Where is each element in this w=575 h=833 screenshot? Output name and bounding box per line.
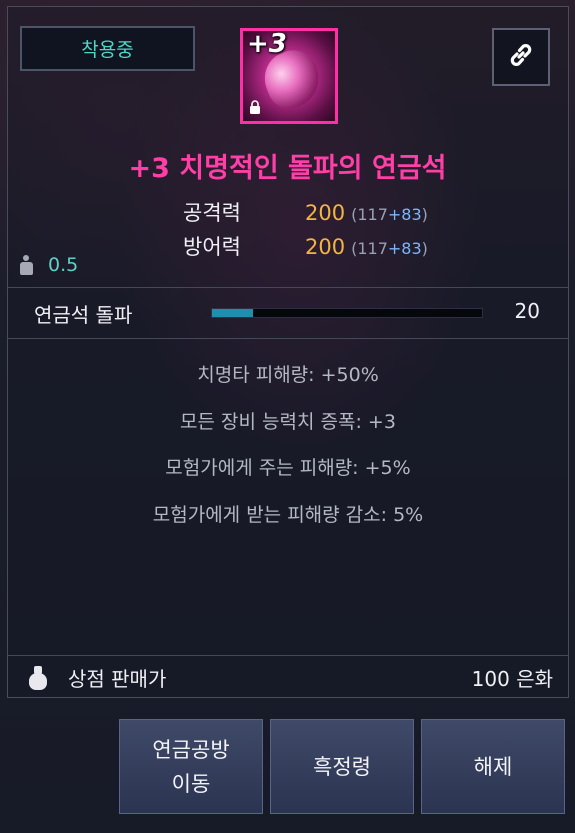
- stat-bonus: +83: [387, 205, 422, 224]
- stat-base: 117: [357, 239, 388, 258]
- sell-label: 상점 판매가: [68, 667, 167, 691]
- stat-breakdown: (117+83): [351, 239, 428, 258]
- stat-bonus: +83: [387, 239, 422, 258]
- divider: [7, 655, 569, 656]
- equipped-badge: 착용중: [20, 26, 195, 71]
- alchemy-workshop-button[interactable]: 연금공방 이동: [119, 719, 263, 814]
- sell-price: 100 은화: [471, 667, 553, 691]
- stat-base: 117: [357, 205, 388, 224]
- button-label-line1: 연금공방: [152, 737, 230, 762]
- stat-label: 방어력: [183, 235, 241, 259]
- enhance-level: +3: [247, 29, 287, 59]
- effect-line: 모험가에게 주는 피해량: +5%: [165, 457, 411, 479]
- stat-breakdown: (117+83): [351, 205, 428, 224]
- breakthrough-value: 20: [514, 299, 540, 323]
- equipped-label: 착용중: [81, 39, 134, 61]
- item-title: +3 치명적인 돌파의 연금석: [128, 153, 447, 184]
- effect-line: 모험가에게 받는 피해량 감소: 5%: [152, 503, 424, 526]
- effect-line: 치명타 피해량: +50%: [197, 364, 379, 386]
- stat-row-defense: 방어력 200 (117+83): [183, 231, 428, 261]
- shop-sell-price-row: 상점 판매가: [28, 663, 166, 692]
- link-icon: [506, 40, 536, 74]
- black-essence-button[interactable]: 흑정령: [270, 719, 414, 814]
- unequip-button[interactable]: 해제: [421, 719, 565, 814]
- stat-value: 200: [305, 201, 346, 225]
- button-label-line2: 이동: [171, 771, 211, 796]
- stat-value: 200: [305, 235, 346, 259]
- item-weight: 0.5: [18, 254, 78, 276]
- lock-icon: [249, 100, 261, 119]
- effect-line: 모든 장비 능력치 증폭: +3: [180, 410, 396, 433]
- button-label: 해제: [473, 754, 513, 779]
- money-bag-icon: [28, 665, 50, 691]
- effect-list: 치명타 피해량: +50% 모든 장비 능력치 증폭: +3 모험가에게 주는 …: [7, 360, 569, 546]
- breakthrough-progress-fill: [212, 309, 253, 317]
- stat-row-attack: 공격력 200 (117+83): [183, 197, 428, 227]
- item-icon[interactable]: +3: [240, 28, 338, 124]
- breakthrough-label: 연금석 돌파: [34, 303, 133, 327]
- divider: [7, 338, 569, 339]
- breakthrough-progress-bar: [211, 308, 483, 318]
- link-button[interactable]: [492, 28, 550, 86]
- divider: [7, 287, 569, 288]
- weight-icon: [18, 255, 34, 275]
- stat-label: 공격력: [183, 201, 241, 225]
- weight-value: 0.5: [48, 254, 79, 276]
- button-label: 흑정령: [313, 754, 371, 779]
